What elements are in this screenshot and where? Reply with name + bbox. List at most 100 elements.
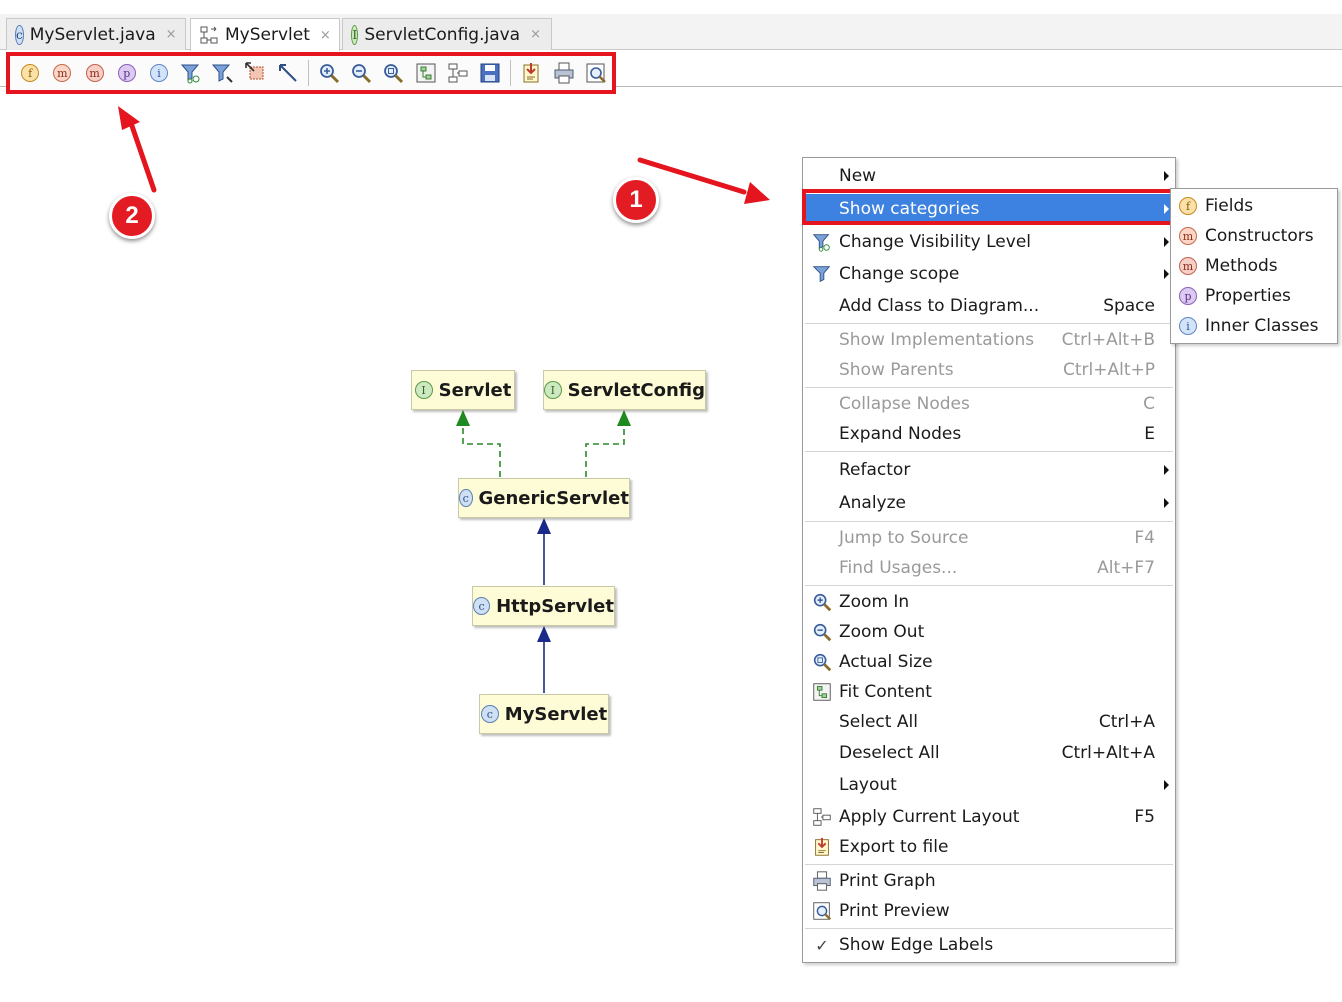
toolbar-separator: [510, 60, 512, 86]
menu-item-print-preview[interactable]: Print Preview: [805, 896, 1173, 926]
apply-layout-icon: [811, 806, 833, 828]
export-button[interactable]: [519, 60, 544, 86]
node-label: ServletConfig: [567, 379, 705, 401]
select-nodes-button[interactable]: [243, 60, 268, 86]
print-preview-button[interactable]: [583, 60, 608, 86]
node-label: GenericServlet: [478, 487, 630, 509]
close-icon[interactable]: ×: [166, 27, 177, 42]
menu-item-label: Deselect All: [839, 743, 940, 763]
menu-item-find-usages[interactable]: Find Usages... Alt+F7: [805, 553, 1173, 583]
menu-item-change-visibility[interactable]: Change Visibility Level: [805, 227, 1173, 257]
tab-servletconfig-java[interactable]: I ServletConfig.java ×: [342, 18, 552, 50]
properties-icon: p: [117, 64, 136, 82]
print-icon: [554, 62, 574, 84]
submenu-item-properties[interactable]: p Properties: [1173, 281, 1335, 311]
menu-item-fit-content[interactable]: Fit Content: [805, 677, 1173, 707]
node-myservlet[interactable]: c MyServlet: [479, 694, 609, 734]
show-inner-classes-button[interactable]: i: [146, 60, 171, 86]
menu-item-label: Print Preview: [839, 901, 950, 921]
menu-item-label: Fit Content: [839, 682, 932, 702]
menu-item-label: Print Graph: [839, 871, 936, 891]
menu-item-deselect-all[interactable]: Deselect All Ctrl+Alt+A: [805, 738, 1173, 768]
zoom-out-icon: [352, 64, 372, 84]
step-badge-1: 1: [613, 177, 659, 223]
constructors-icon: m: [53, 64, 72, 82]
submenu-item-inner-classes[interactable]: i Inner Classes: [1173, 311, 1335, 341]
node-label: HttpServlet: [496, 595, 614, 617]
node-servlet[interactable]: I Servlet: [411, 370, 515, 410]
submenu-item-constructors[interactable]: m Constructors: [1173, 221, 1335, 251]
node-label: MyServlet: [504, 703, 608, 725]
submenu-item-fields[interactable]: f Fields: [1173, 191, 1335, 221]
apply-layout-button[interactable]: [445, 60, 470, 86]
menu-item-zoom-in[interactable]: Zoom In: [805, 587, 1173, 617]
menu-item-apply-current-layout[interactable]: Apply Current Layout F5: [805, 802, 1173, 832]
menu-item-print-graph[interactable]: Print Graph: [805, 866, 1173, 896]
menu-item-label: Zoom Out: [839, 622, 925, 642]
save-diagram-button[interactable]: [478, 60, 503, 86]
menu-item-export-to-file[interactable]: Export to file: [805, 832, 1173, 862]
node-httpservlet[interactable]: c HttpServlet: [472, 586, 615, 626]
fit-content-button[interactable]: [413, 60, 438, 86]
submenu-item-methods[interactable]: m Methods: [1173, 251, 1335, 281]
menu-separator: [805, 585, 1173, 586]
menu-item-new[interactable]: New: [805, 161, 1173, 191]
menu-item-add-class[interactable]: Add Class to Diagram... Space: [805, 291, 1173, 321]
zoom-out-button[interactable]: [349, 60, 374, 86]
submenu-item-label: Methods: [1205, 256, 1278, 276]
tab-myservlet-diagram[interactable]: MyServlet ×: [190, 18, 340, 51]
zoom-in-button[interactable]: [316, 60, 341, 86]
diagram-context-menu: New Show categories Change Visibility Le…: [802, 157, 1176, 963]
menu-item-label: Change Visibility Level: [839, 232, 1032, 252]
actual-size-button[interactable]: [381, 60, 406, 86]
arrow-to-menu: [637, 157, 770, 204]
menu-item-shortcut: Alt+F7: [1097, 558, 1155, 578]
menu-item-label: Zoom In: [839, 592, 910, 612]
show-categories-highlight-box: [802, 189, 1174, 225]
submenu-arrow-icon: [1164, 171, 1169, 181]
menu-item-select-all[interactable]: Select All Ctrl+A: [805, 707, 1173, 737]
menu-item-change-scope[interactable]: Change scope: [805, 259, 1173, 289]
menu-item-show-edge-labels[interactable]: ✓ Show Edge Labels: [805, 930, 1173, 960]
menu-item-expand-nodes[interactable]: Expand Nodes E: [805, 419, 1173, 449]
fit-content-icon: [811, 681, 833, 703]
tab-myservlet-java[interactable]: c MyServlet.java ×: [6, 18, 186, 50]
menu-item-label: Analyze: [839, 493, 906, 513]
menu-item-label: Change scope: [839, 264, 960, 284]
node-servletconfig[interactable]: I ServletConfig: [543, 370, 706, 410]
tab-label: MyServlet: [225, 25, 310, 45]
show-fields-button[interactable]: f: [18, 60, 43, 86]
print-icon: [811, 870, 833, 892]
change-visibility-button[interactable]: [179, 60, 204, 86]
apply-layout-icon: [448, 63, 468, 83]
menu-item-layout[interactable]: Layout: [805, 770, 1173, 800]
menu-item-analyze[interactable]: Analyze: [805, 488, 1173, 518]
menu-item-zoom-out[interactable]: Zoom Out: [805, 617, 1173, 647]
node-genericservlet[interactable]: c GenericServlet: [458, 478, 630, 518]
print-button[interactable]: [551, 60, 576, 86]
submenu-item-label: Constructors: [1205, 226, 1314, 246]
menu-item-jump-to-source[interactable]: Jump to Source F4: [805, 523, 1173, 553]
menu-item-actual-size[interactable]: Actual Size: [805, 647, 1173, 677]
show-methods-button[interactable]: m: [82, 60, 107, 86]
edge-myservlet-httpservlet: [537, 626, 551, 693]
close-icon[interactable]: ×: [530, 27, 541, 42]
fields-icon: f: [21, 64, 40, 82]
submenu-arrow-icon: [1164, 237, 1169, 247]
export-icon: [811, 836, 833, 858]
menu-item-collapse-nodes[interactable]: Collapse Nodes C: [805, 389, 1173, 419]
change-scope-button[interactable]: [211, 60, 236, 86]
edge-mode-button[interactable]: [275, 60, 300, 86]
interface-icon: I: [414, 381, 433, 399]
menu-item-refactor[interactable]: Refactor: [805, 455, 1173, 485]
menu-item-show-implementations[interactable]: Show Implementations Ctrl+Alt+B: [805, 325, 1173, 355]
show-constructors-button[interactable]: m: [50, 60, 75, 86]
editor-tab-bar: c MyServlet.java × MyServlet × I Servlet…: [0, 14, 1342, 51]
submenu-item-label: Inner Classes: [1205, 316, 1319, 336]
actual-size-icon: [384, 64, 404, 84]
edge-httpservlet-genericservlet: [537, 518, 551, 585]
close-icon[interactable]: ×: [320, 28, 331, 43]
menu-item-label: Refactor: [839, 460, 911, 480]
show-properties-button[interactable]: p: [114, 60, 139, 86]
menu-item-show-parents[interactable]: Show Parents Ctrl+Alt+P: [805, 355, 1173, 385]
